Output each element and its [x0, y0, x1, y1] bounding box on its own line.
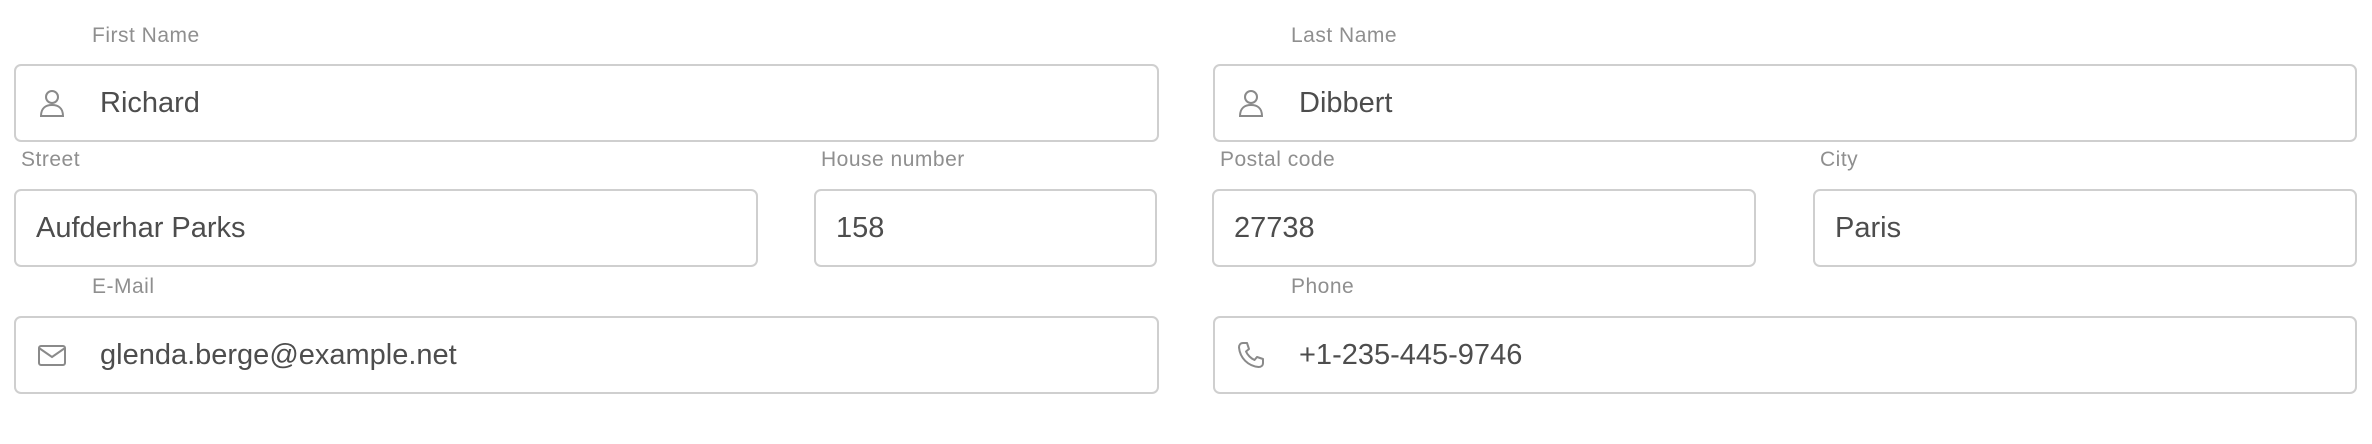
email-field[interactable]: [14, 316, 1159, 394]
last-name-input[interactable]: [1299, 66, 2343, 140]
postal-code-field[interactable]: [1212, 189, 1756, 267]
house-number-field[interactable]: [814, 189, 1157, 267]
street-field[interactable]: [14, 189, 758, 267]
email-label: E-Mail: [92, 275, 155, 298]
first-name-label: First Name: [92, 24, 200, 47]
house-number-label: House number: [821, 148, 965, 171]
city-input[interactable]: [1835, 191, 2343, 265]
phone-icon: [1235, 339, 1267, 371]
phone-label: Phone: [1291, 275, 1355, 298]
phone-input[interactable]: [1299, 318, 2343, 392]
first-name-field[interactable]: [14, 64, 1159, 142]
last-name-label: Last Name: [1291, 24, 1398, 47]
user-icon: [36, 87, 68, 119]
postal-code-label: Postal code: [1220, 148, 1336, 171]
city-field[interactable]: [1813, 189, 2357, 267]
street-input[interactable]: [36, 191, 744, 265]
city-label: City: [1820, 148, 1859, 171]
phone-field[interactable]: [1213, 316, 2357, 394]
email-input[interactable]: [100, 318, 1145, 392]
postal-code-input[interactable]: [1234, 191, 1742, 265]
first-name-input[interactable]: [100, 66, 1145, 140]
street-label: Street: [21, 148, 81, 171]
last-name-field[interactable]: [1213, 64, 2357, 142]
mail-icon: [36, 339, 68, 371]
house-number-input[interactable]: [836, 191, 1143, 265]
user-icon: [1235, 87, 1267, 119]
